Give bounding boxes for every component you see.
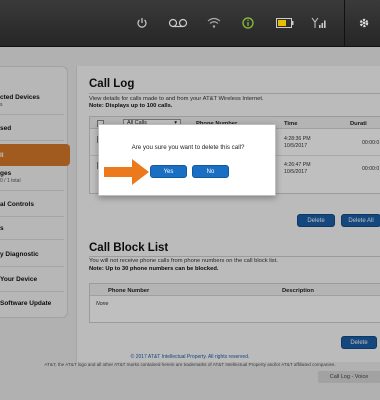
modal-overlay [0,47,380,400]
pointer-arrow-icon [104,159,149,185]
battery-icon [274,13,296,33]
power-icon[interactable] [132,13,152,33]
settings-icon[interactable] [354,13,374,33]
voicemail-icon[interactable] [166,13,190,33]
wifi-icon[interactable] [204,13,224,33]
status-bar [0,0,380,47]
info-icon[interactable] [238,13,258,33]
signal-icon [309,13,329,33]
no-button[interactable]: No [192,165,229,178]
confirm-message: Are you sure you want to delete this cal… [131,144,245,151]
yes-button[interactable]: Yes [150,165,187,178]
